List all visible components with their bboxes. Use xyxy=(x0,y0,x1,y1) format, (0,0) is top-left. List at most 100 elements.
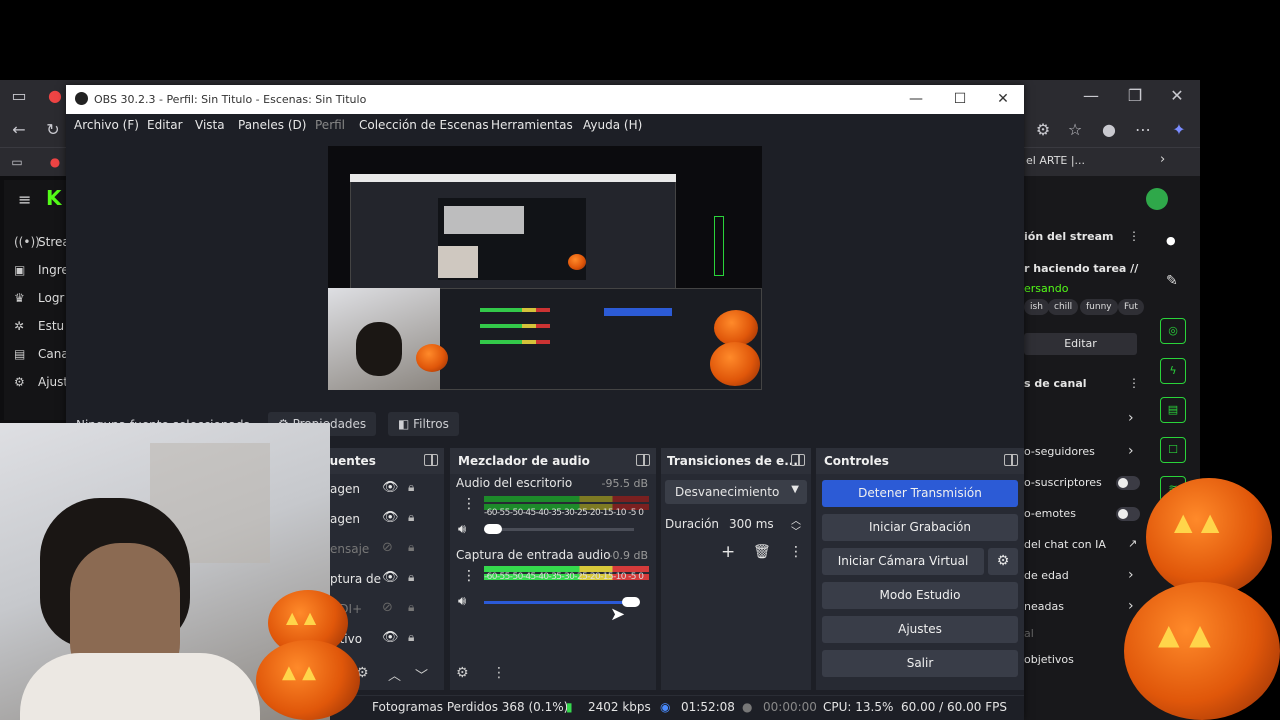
setting-row-followers[interactable]: o-seguidores xyxy=(1024,445,1095,458)
info-icon[interactable]: ● xyxy=(1166,234,1176,247)
emotes-only-toggle[interactable] xyxy=(1116,507,1140,521)
kebab-menu-icon[interactable]: ⋮ xyxy=(462,568,476,584)
kebab-menu-icon[interactable]: ⋮ xyxy=(462,496,476,512)
chat-icon[interactable]: ☐ xyxy=(1160,437,1186,463)
speaker-icon[interactable]: 🔊︎ xyxy=(458,594,466,609)
start-virtual-camera-button[interactable]: Iniciar Cámara Virtual xyxy=(822,548,984,575)
lock-icon[interactable]: 🔒︎ xyxy=(408,600,414,615)
kebab-menu-icon[interactable]: ⋮ xyxy=(789,544,803,560)
tag-chip[interactable]: ish xyxy=(1024,299,1049,315)
undock-icon[interactable] xyxy=(636,454,650,466)
virtual-camera-settings-icon[interactable]: ⚙ xyxy=(988,548,1018,575)
bolt-icon[interactable]: ϟ xyxy=(1160,358,1186,384)
clip-icon[interactable]: ◎ xyxy=(1160,318,1186,344)
external-link-icon[interactable]: ↗ xyxy=(1128,537,1137,550)
nav-item-logros[interactable]: ♛ Logr xyxy=(14,291,70,305)
tag-chip[interactable]: chill xyxy=(1048,299,1079,315)
setting-row-goals[interactable]: objetivos xyxy=(1024,653,1074,666)
chevron-right-icon[interactable]: › xyxy=(1128,410,1134,426)
document-icon[interactable]: ▤ xyxy=(1160,397,1186,423)
studio-mode-button[interactable]: Modo Estudio xyxy=(822,582,1018,609)
tag-chip[interactable]: funny xyxy=(1080,299,1118,315)
setting-row-age[interactable]: de edad xyxy=(1024,569,1069,582)
copilot-icon[interactable]: ✦ xyxy=(1168,119,1190,141)
nav-item-ajustes[interactable]: ⚙ Ajust xyxy=(14,375,70,389)
minimize-icon[interactable]: — xyxy=(1080,85,1102,107)
bookmark-label[interactable]: el ARTE |... xyxy=(1026,154,1085,167)
eye-icon[interactable]: 👁 xyxy=(382,480,399,495)
close-icon[interactable]: ✕ xyxy=(1166,85,1188,107)
menu-perfil[interactable]: Perfil xyxy=(315,118,345,132)
kebab-menu-icon[interactable]: ⋮ xyxy=(1128,376,1140,390)
nav-item-ingresos[interactable]: ▣ Ingre xyxy=(14,263,70,277)
speaker-icon[interactable]: 🔊︎ xyxy=(458,522,466,537)
menu-coleccion-escenas[interactable]: Colección de Escenas xyxy=(359,118,489,132)
kick-logo-icon[interactable]: K xyxy=(46,186,62,210)
mixer-settings-icon[interactable]: ⚙ xyxy=(456,665,469,681)
nav-item-stream[interactable]: ((•))Strea xyxy=(14,235,70,249)
close-icon[interactable]: ✕ xyxy=(989,89,1017,109)
chevron-right-icon[interactable]: › xyxy=(1128,567,1134,583)
menu-ayuda[interactable]: Ayuda (H) xyxy=(583,118,642,132)
source-item[interactable]: ptura de xyxy=(330,572,381,586)
bookmark-favicon-icon[interactable]: ● xyxy=(44,151,66,173)
settings-button[interactable]: Ajustes xyxy=(822,616,1018,643)
trash-icon[interactable]: 🗑︎ xyxy=(753,544,771,560)
undock-icon[interactable] xyxy=(424,454,438,466)
source-item[interactable]: ensaje xyxy=(330,542,369,556)
edit-stream-button[interactable]: Editar xyxy=(1024,333,1137,355)
stop-streaming-button[interactable]: Detener Transmisión xyxy=(822,480,1018,507)
reload-icon[interactable]: ↻ xyxy=(42,119,64,141)
more-icon[interactable]: ⋯ xyxy=(1132,119,1154,141)
lock-icon[interactable]: 🔒︎ xyxy=(408,510,414,525)
avatar[interactable] xyxy=(1146,188,1168,210)
chevron-right-icon[interactable]: › xyxy=(1128,443,1134,459)
hamburger-icon[interactable]: ≡ xyxy=(18,190,31,209)
tag-chip[interactable]: Fut xyxy=(1118,299,1144,315)
pencil-icon[interactable]: ✎ xyxy=(1166,273,1178,289)
obs-title-bar[interactable]: OBS 30.2.3 - Perfil: Sin Titulo - Escena… xyxy=(66,85,1024,114)
minimize-icon[interactable]: — xyxy=(902,89,930,109)
add-icon[interactable]: + xyxy=(721,542,735,562)
chevron-right-icon[interactable]: › xyxy=(1128,598,1134,614)
kebab-menu-icon[interactable]: ⋮ xyxy=(1128,229,1140,243)
eye-hidden-icon[interactable]: ⊘ xyxy=(382,540,393,555)
source-item[interactable]: agen xyxy=(330,482,360,496)
profile-icon[interactable]: ● xyxy=(1098,119,1120,141)
back-icon[interactable]: ← xyxy=(8,119,30,141)
eye-icon[interactable]: 👁 xyxy=(382,630,399,645)
lock-icon[interactable]: 🔒︎ xyxy=(408,570,414,585)
chevron-down-icon[interactable]: ﹀ xyxy=(791,523,801,538)
maximize-icon[interactable]: ☐ xyxy=(946,89,974,109)
setting-row-ai-chat[interactable]: del chat con IA xyxy=(1024,538,1106,551)
menu-editar[interactable]: Editar xyxy=(147,118,183,132)
tab-favicon-icon[interactable]: ● xyxy=(44,85,66,107)
program-preview[interactable] xyxy=(328,146,762,390)
lock-icon[interactable]: 🔒︎ xyxy=(408,540,414,555)
favorite-icon[interactable]: ☆ xyxy=(1064,119,1086,141)
menu-herramientas[interactable]: Herramientas xyxy=(491,118,573,132)
volume-slider-knob[interactable] xyxy=(484,524,502,534)
menu-archivo[interactable]: Archivo (F) xyxy=(74,118,139,132)
move-up-icon[interactable]: ︿ xyxy=(388,665,401,684)
stream-category[interactable]: ersando xyxy=(1024,282,1068,295)
bookmark-icon[interactable]: ▭ xyxy=(6,151,28,173)
filters-button[interactable]: ◧ Filtros xyxy=(388,412,459,436)
restore-icon[interactable]: ❐ xyxy=(1124,85,1146,107)
start-recording-button[interactable]: Iniciar Grabación xyxy=(822,514,1018,541)
eye-icon[interactable]: 👁 xyxy=(382,570,399,585)
menu-paneles[interactable]: Paneles (D) xyxy=(238,118,306,132)
duration-stepper[interactable]: 300 ms ︿ ﹀ xyxy=(719,512,807,538)
source-item[interactable]: agen xyxy=(330,512,360,526)
subscribers-only-toggle[interactable] xyxy=(1116,476,1140,490)
undock-icon[interactable] xyxy=(791,454,805,466)
lock-icon[interactable]: 🔒︎ xyxy=(408,630,414,645)
exit-button[interactable]: Salir xyxy=(822,650,1018,677)
move-down-icon[interactable]: ﹀ xyxy=(415,665,428,684)
kebab-menu-icon[interactable]: ⋮ xyxy=(492,665,506,681)
nav-item-estudio[interactable]: ✲ Estu xyxy=(14,319,70,333)
extension-icon[interactable]: ⚙ xyxy=(1032,119,1054,141)
undock-icon[interactable] xyxy=(1004,454,1018,466)
nav-item-canal[interactable]: ▤ Cana xyxy=(14,347,70,361)
eye-hidden-icon[interactable]: ⊘ xyxy=(382,600,393,615)
